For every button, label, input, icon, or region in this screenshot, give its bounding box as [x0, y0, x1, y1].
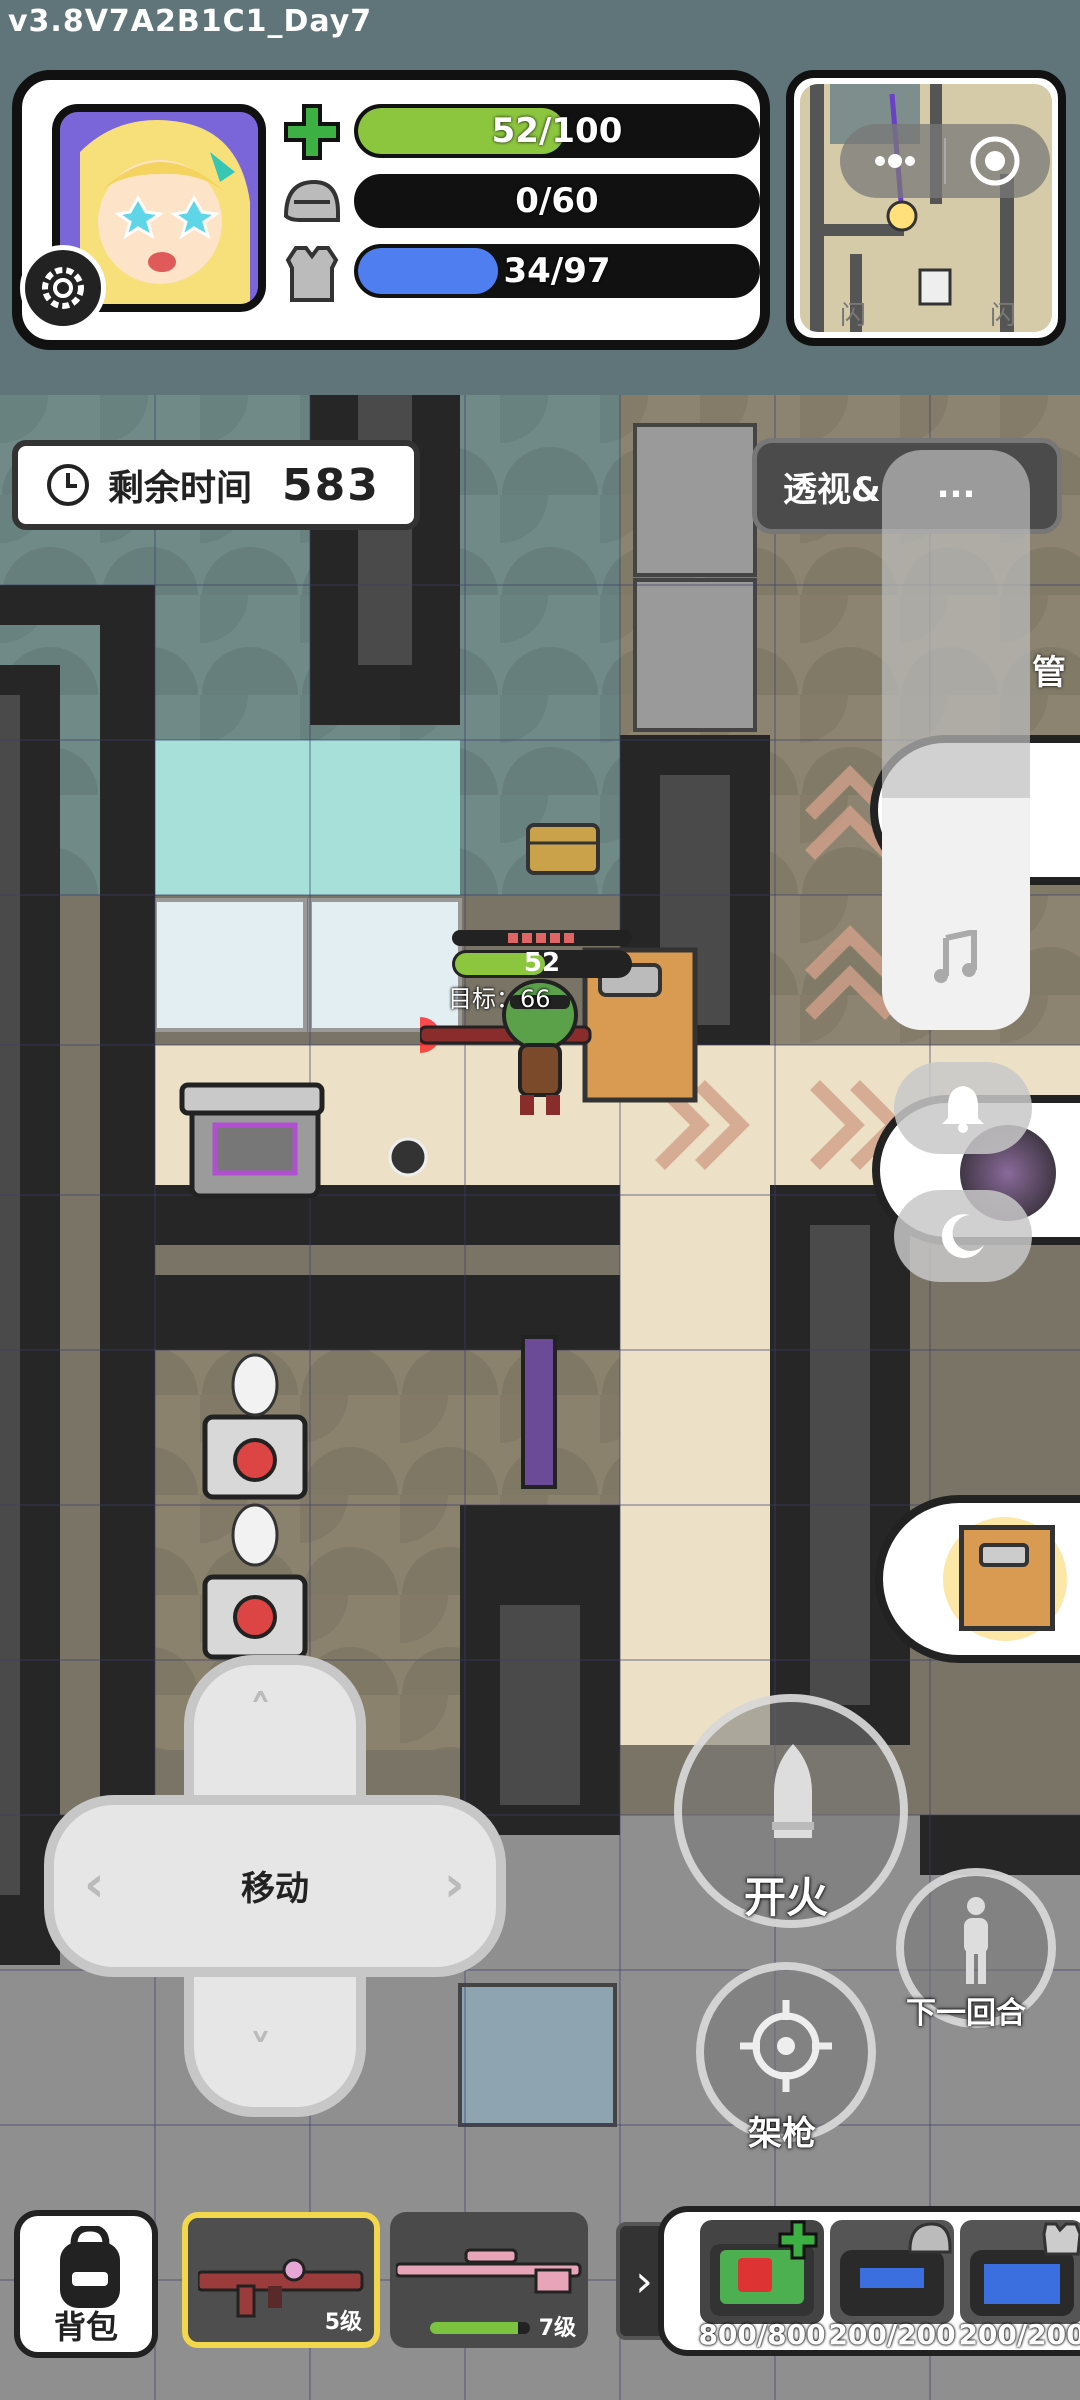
arrow-down-icon[interactable]: ˅: [249, 2025, 272, 2079]
weapon-2-ammo-bar: [430, 2322, 530, 2334]
minimap-label-2: 闪: [990, 301, 1017, 331]
helmet-bag-icon[interactable]: [830, 2220, 954, 2324]
remaining-time-value: 583: [282, 459, 380, 511]
person-icon: [964, 1897, 988, 1984]
remaining-time-label: 剩余时间: [108, 468, 253, 509]
armor-bar: 34/97: [354, 244, 760, 298]
backpack-label: 背包: [53, 2308, 118, 2346]
helmet-bar: 0/60: [354, 174, 760, 228]
helmet-supply-count: 200/200: [828, 2318, 956, 2351]
health-bar: 52/100: [354, 104, 760, 158]
side-skill-text: 管: [1032, 653, 1066, 693]
arrow-up-icon[interactable]: ˄: [249, 1685, 272, 1739]
helmet-icon: [280, 172, 344, 236]
sniper-rifle-icon: [396, 2248, 582, 2294]
moon-icon[interactable]: [894, 1190, 1032, 1282]
player-health-label: 52: [523, 950, 561, 978]
weapon-1-level: 5级: [324, 2310, 362, 2335]
aim-label: 架枪: [748, 2114, 816, 2154]
medkit-icon[interactable]: [700, 2220, 824, 2324]
medkit-count: 800/800: [698, 2318, 826, 2351]
next-round-label: 下一回合: [906, 1996, 1026, 2031]
top-hud: v3.8V7A2B1C1_Day7 52/100 0/60 34/97 闪 闪: [0, 0, 1080, 395]
door-interact-button[interactable]: [875, 1495, 1080, 1663]
armor-bag-icon[interactable]: [960, 2220, 1080, 2324]
fire-label: 开火: [744, 1873, 829, 1922]
crosshair-icon: [740, 2000, 832, 2092]
volume-slider[interactable]: ...: [882, 450, 1030, 1030]
movement-joystick[interactable]: ˄ ˅ ‹ › 移动: [44, 1655, 506, 2117]
version-label: v3.8V7A2B1C1_Day7: [8, 4, 373, 39]
armor-supply-count: 200/200: [958, 2318, 1080, 2351]
volume-slider-fill: [882, 798, 1030, 1030]
bullet-icon: [772, 1744, 814, 1838]
minimap-capsule[interactable]: [840, 124, 1050, 198]
settings-gear-icon[interactable]: [20, 245, 106, 331]
minimap[interactable]: 闪 闪: [786, 70, 1066, 346]
clock-icon: [47, 464, 89, 506]
minimap-view: 闪 闪: [800, 84, 1052, 332]
weapon-slot-1[interactable]: 5级: [182, 2212, 380, 2348]
backpack-icon: [60, 2226, 120, 2308]
music-note-icon: [932, 928, 980, 988]
armor-value: 34/97: [503, 251, 611, 291]
player-status-card: 52/100 0/60 34/97: [12, 70, 770, 350]
supplies-panel: 800/800 200/200 200/200: [658, 2206, 1080, 2356]
backpack-button[interactable]: 背包: [14, 2210, 158, 2358]
health-cross-icon: [280, 100, 344, 164]
bell-icon[interactable]: [894, 1062, 1032, 1154]
move-label: 移动: [241, 1869, 309, 1909]
minimap-label-1: 闪: [840, 301, 867, 331]
weapon-slot-2[interactable]: 7级: [390, 2212, 588, 2348]
health-value: 52/100: [491, 111, 623, 151]
helmet-value: 0/60: [515, 181, 599, 221]
target-label: 目标：66: [448, 985, 551, 1013]
remaining-time-panel: 剩余时间 583: [12, 440, 420, 530]
more-dots-icon[interactable]: ...: [882, 466, 1030, 506]
weapon-2-level: 7级: [538, 2316, 576, 2341]
armor-vest-icon: [280, 242, 344, 306]
player-status-overhead: 52: [452, 930, 632, 978]
